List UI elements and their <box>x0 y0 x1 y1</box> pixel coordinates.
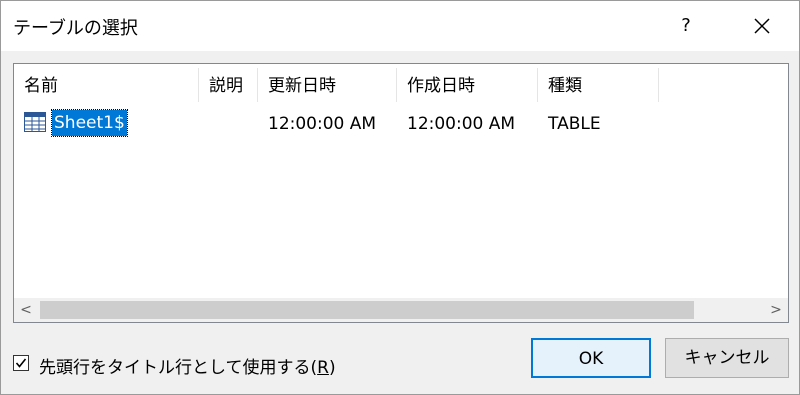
checkbox-label-text: 先頭行をタイトル行として使用する( <box>39 358 318 378</box>
first-row-header-checkbox[interactable] <box>13 355 29 371</box>
checkbox-mnemonic: R <box>317 358 329 378</box>
close-icon <box>754 18 770 34</box>
cancel-button[interactable]: キャンセル <box>665 338 789 378</box>
first-row-header-label[interactable]: 先頭行をタイトル行として使用する(R) <box>39 353 336 378</box>
table-list[interactable]: 名前 説明 更新日時 作成日時 種類 Sheet1$ 12:00:00 AM 1… <box>13 63 789 323</box>
column-header-created[interactable]: 作成日時 <box>397 64 537 104</box>
column-header-name[interactable]: 名前 <box>14 64 198 104</box>
scroll-right-arrow[interactable]: > <box>764 298 788 322</box>
scroll-left-arrow[interactable]: < <box>14 298 38 322</box>
table-row[interactable]: Sheet1$ 12:00:00 AM 12:00:00 AM TABLE <box>14 108 788 138</box>
table-icon <box>24 112 46 132</box>
ok-button[interactable]: OK <box>531 338 651 378</box>
dialog-title: テーブルの選択 <box>13 18 138 39</box>
title-bar: テーブルの選択 ? <box>1 1 799 51</box>
checkmark-icon <box>15 358 27 368</box>
table-name-cell[interactable]: Sheet1$ <box>51 109 128 137</box>
column-header-modified[interactable]: 更新日時 <box>258 64 396 104</box>
help-button[interactable]: ? <box>661 7 711 45</box>
close-button[interactable] <box>737 7 787 45</box>
table-type-cell: TABLE <box>548 114 601 134</box>
checkbox-label-suffix: ) <box>328 358 336 378</box>
select-table-dialog: テーブルの選択 ? 名前 説明 更新日時 作成日時 種類 Sheet1$ 12:… <box>0 0 800 395</box>
column-header-description[interactable]: 説明 <box>199 64 257 104</box>
column-header-row: 名前 説明 更新日時 作成日時 種類 <box>14 64 788 104</box>
scroll-thumb[interactable] <box>40 301 694 319</box>
column-divider[interactable] <box>658 68 659 102</box>
table-modified-cell: 12:00:00 AM <box>268 114 377 134</box>
table-created-cell: 12:00:00 AM <box>407 114 516 134</box>
column-header-type[interactable]: 種類 <box>538 64 658 104</box>
horizontal-scrollbar[interactable]: < > <box>14 298 788 322</box>
